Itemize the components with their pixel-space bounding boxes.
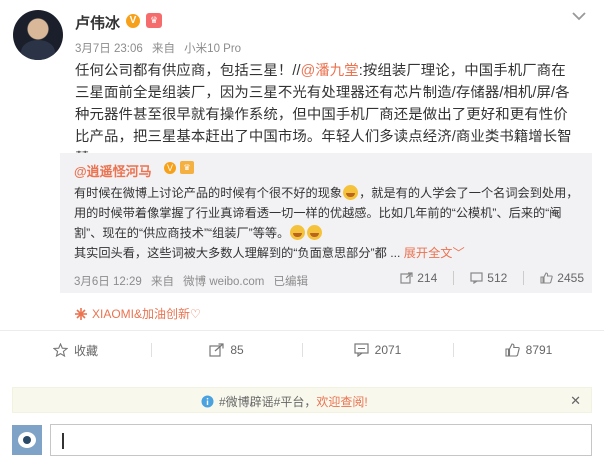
comment-count: 2071 (374, 343, 402, 357)
post-meta: 3月7日 23:06 来自 小米10 Pro (75, 40, 247, 56)
forward-count: 85 (230, 343, 244, 357)
star-icon (52, 343, 68, 357)
author-name[interactable]: 卢伟冰 (75, 12, 120, 33)
comment-icon (354, 343, 369, 357)
divider (453, 271, 455, 285)
weibo-post: 卢伟冰 V ♛ 3月7日 23:06 来自 小米10 Pro 任何公司都有供应商… (0, 0, 604, 465)
action-bar: 收藏 85 2071 8791 (0, 335, 604, 365)
verified-badge-icon: V (126, 14, 140, 28)
source-label: XIAOMI&加油创新♡ (92, 307, 201, 321)
favorite-button[interactable]: 收藏 (0, 335, 151, 365)
post-device: 小米10 Pro (184, 43, 242, 55)
expand-full-text-link[interactable]: 展开全文﹀ (404, 246, 465, 260)
retweet-verified-icon: V (164, 162, 176, 174)
divider (0, 330, 604, 331)
laugh-emoji-icon (343, 185, 359, 200)
source-tag[interactable]: XIAOMI&加油创新♡ (75, 305, 201, 322)
cry-emoji-icon (307, 225, 323, 240)
thumbs-up-icon (540, 272, 554, 284)
comment-icon (470, 272, 483, 284)
retweet-comments-count: 512 (487, 271, 508, 285)
author-avatar[interactable] (13, 10, 63, 60)
post-text-part1: 任何公司都有供应商，包括三星！// (75, 63, 301, 79)
retweet-comment-stat[interactable]: 512 (470, 271, 507, 285)
retweet-time[interactable]: 3月6日 12:29 (74, 276, 142, 288)
sparkle-icon (75, 307, 87, 320)
retweet-forward-stat[interactable]: 214 (400, 271, 437, 285)
favorite-label: 收藏 (73, 343, 98, 358)
retweet-text: 有时候在微博上讨论产品的时候有个很不好的现象 ，就是有的人学会了一个名词会到处用，… (74, 183, 579, 263)
retweet-text-1: 有时候在微博上讨论产品的时候有个很不好的现象 (74, 186, 343, 200)
retweet-likes-count: 2455 (557, 271, 584, 285)
comment-input[interactable] (50, 424, 592, 456)
like-count: 8791 (525, 343, 553, 357)
retweet-from-prefix: 来自 (150, 276, 174, 288)
forward-icon (400, 272, 413, 284)
comment-button[interactable]: 2071 (302, 335, 453, 365)
close-icon[interactable]: ✕ (570, 393, 581, 409)
post-time[interactable]: 3月7日 23:06 (75, 43, 143, 55)
retweet-meta: 3月6日 12:29 来自 微博 weibo.com 已编辑 (74, 273, 314, 289)
like-button[interactable]: 8791 (453, 335, 604, 365)
post-from-prefix: 来自 (151, 43, 175, 55)
info-icon (201, 395, 214, 408)
current-user-avatar (12, 425, 42, 455)
retweet-text-3: 其实回头看，这些词被大多数人理解到的“负面意思部分”都 ... (74, 246, 401, 260)
tip-text: #微博辟谣#平台， 欢迎查阅! (201, 393, 368, 410)
retweet-author[interactable]: @逍遥怪河马 (74, 161, 152, 180)
rumor-tip-banner: #微博辟谣#平台， 欢迎查阅! ✕ (12, 387, 592, 413)
cry-emoji-icon (290, 225, 306, 240)
retweet-stats: 214 512 2455 (384, 271, 584, 285)
tip-prefix: #微博辟谣#平台， (219, 395, 317, 409)
retweet-from: 微博 weibo.com (183, 276, 265, 288)
forward-icon (209, 343, 224, 357)
retweet-edited[interactable]: 已编辑 (274, 276, 309, 288)
mention-link[interactable]: @潘九堂 (301, 63, 359, 79)
retweet-member-icon[interactable]: ♛ (180, 161, 194, 174)
text-cursor (62, 433, 64, 449)
member-badge-icon[interactable]: ♛ (146, 13, 162, 28)
retweet-reposts-count: 214 (417, 271, 438, 285)
forward-button[interactable]: 85 (151, 335, 302, 365)
thumbs-up-icon (505, 343, 520, 357)
divider (523, 271, 525, 285)
tip-link[interactable]: 欢迎查阅! (316, 393, 367, 410)
chevron-down-icon[interactable] (571, 10, 587, 22)
retweet-like-stat[interactable]: 2455 (540, 271, 584, 285)
retweet-card: @逍遥怪河马 V ♛ 有时候在微博上讨论产品的时候有个很不好的现象 ，就是有的人学… (60, 153, 592, 293)
